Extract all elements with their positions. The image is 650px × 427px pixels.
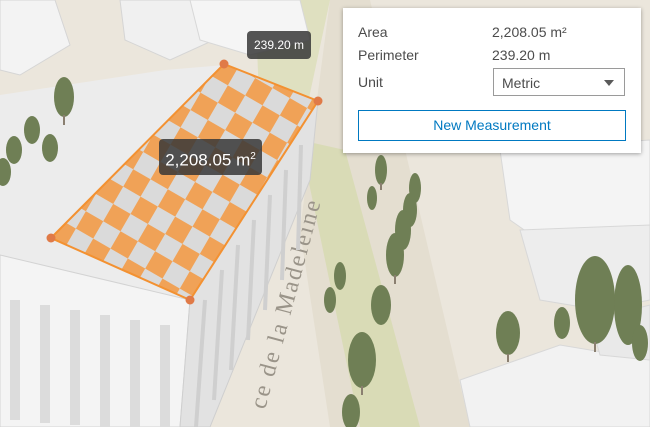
tree: [6, 136, 22, 164]
tree: [575, 256, 615, 344]
vertex-handle[interactable]: [46, 233, 56, 243]
tree: [334, 262, 346, 290]
perimeter-map-label: 239.20 m: [247, 31, 311, 59]
area-map-value: 2,208.05 m: [165, 150, 251, 170]
new-measurement-button[interactable]: New Measurement: [358, 110, 626, 141]
area-label: Area: [358, 24, 388, 40]
perimeter-map-value: 239.20 m: [253, 38, 305, 52]
perimeter-value: 239.20 m: [492, 47, 551, 63]
area-row: Area 2,208.05 m²: [358, 21, 628, 43]
unit-selected-value: Metric: [502, 75, 541, 91]
tree: [348, 332, 376, 388]
tree: [42, 134, 58, 162]
tree: [386, 233, 404, 277]
tree: [375, 155, 387, 185]
unit-select[interactable]: Metric: [493, 68, 625, 96]
area-measurement-widget: Area 2,208.05 m² Perimeter 239.20 m Unit…: [343, 8, 641, 153]
perimeter-row: Perimeter 239.20 m: [358, 44, 628, 66]
vertex-handle[interactable]: [185, 295, 195, 305]
tree: [632, 325, 648, 361]
area-map-label: 2,208.05 m2: [159, 139, 262, 175]
unit-label: Unit: [358, 74, 383, 90]
tree: [371, 285, 391, 325]
area-value: 2,208.05 m²: [492, 24, 567, 40]
tree: [496, 311, 520, 355]
vertex-handle[interactable]: [219, 59, 229, 69]
area-map-exponent: 2: [250, 151, 256, 162]
vertex-handle[interactable]: [313, 96, 323, 106]
tree: [324, 287, 336, 313]
perimeter-label: Perimeter: [358, 47, 419, 63]
tree: [554, 307, 570, 339]
tree: [367, 186, 377, 210]
chevron-down-icon: [604, 80, 614, 86]
tree: [24, 116, 40, 144]
tree: [54, 77, 74, 117]
